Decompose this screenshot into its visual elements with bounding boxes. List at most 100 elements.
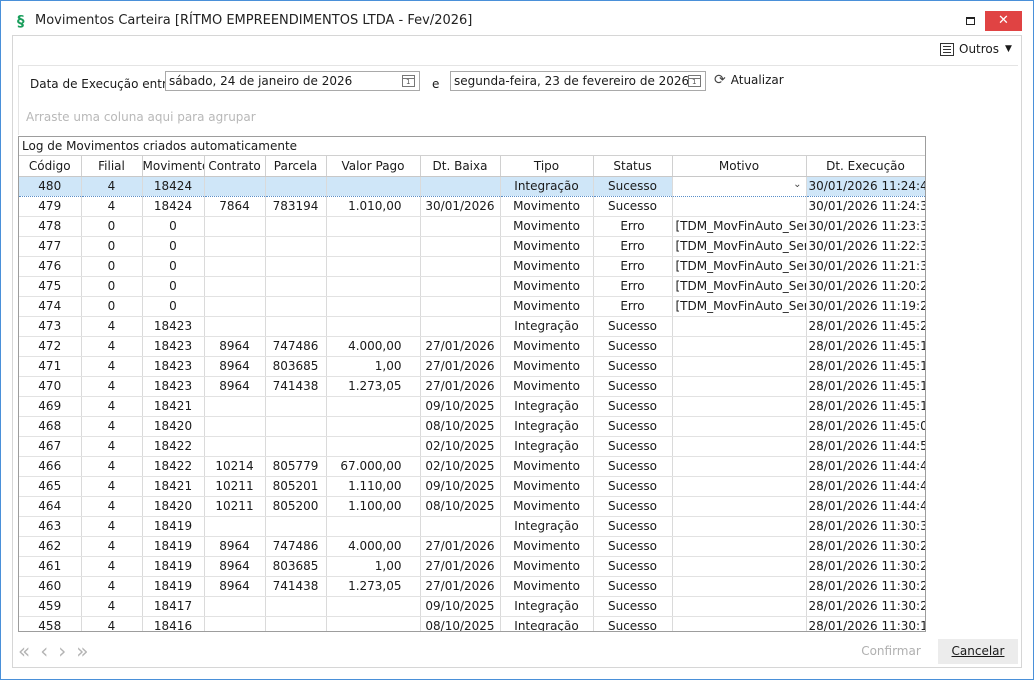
table-row[interactable]: 471 4 18423 8964 803685 1,00 27/01/2026 Movimen… <box>19 356 925 377</box>
cell-parcela: 805779 <box>265 456 327 477</box>
cell-dt-baixa: 27/01/2026 <box>420 556 501 577</box>
cell-valor-pago: 1.100,00 <box>326 496 421 517</box>
table-row[interactable]: 460 4 18419 8964 741438 1.273,05 27/01/2026 Mov… <box>19 576 925 597</box>
table-row[interactable]: 466 4 18422 10214 805779 67.000,00 02/10/2025 M… <box>19 456 925 477</box>
refresh-icon: ⟳ <box>714 72 726 88</box>
outros-menu-button[interactable]: Outros ▼ <box>940 40 1012 58</box>
cell-movimento: 0 <box>142 236 205 257</box>
cell-status: Sucesso <box>593 516 673 537</box>
table-row[interactable]: 468 4 18420 08/10/2025 Integração Sucesso 28/0… <box>19 416 925 437</box>
calendar-icon[interactable] <box>402 75 415 87</box>
start-date-input[interactable]: sábado, 24 de janeiro de 2026 <box>165 71 420 91</box>
maximize-button[interactable] <box>959 11 981 31</box>
table-row[interactable]: 461 4 18419 8964 803685 1,00 27/01/2026 Movimen… <box>19 556 925 577</box>
cell-filial: 4 <box>81 356 143 377</box>
table-row[interactable]: 463 4 18419 Integração Sucesso 28/01/2026 11:… <box>19 516 925 537</box>
cell-dt-execucao: 28/01/2026 11:45:28 <box>806 316 925 337</box>
cell-valor-pago: 4.000,00 <box>326 536 421 557</box>
last-record-icon[interactable]: » <box>76 641 88 661</box>
cell-filial: 0 <box>81 276 143 297</box>
column-header-dt-execucao[interactable]: Dt. Execução <box>806 156 925 177</box>
cell-movimento: 18422 <box>142 456 205 477</box>
refresh-button[interactable]: ⟳ Atualizar <box>714 72 784 88</box>
cell-parcela: 741438 <box>265 376 327 397</box>
column-header-movimento[interactable]: Movimento <box>142 156 205 177</box>
next-record-icon[interactable]: › <box>58 641 66 661</box>
cell-filial: 4 <box>81 496 143 517</box>
cell-filial: 4 <box>81 616 143 631</box>
cell-valor-pago <box>326 316 421 337</box>
calendar-icon[interactable] <box>688 75 701 87</box>
first-record-icon[interactable]: « <box>18 641 30 661</box>
cell-dt-baixa <box>420 316 501 337</box>
end-date-input[interactable]: segunda-feira, 23 de fevereiro de 2026 <box>450 71 706 91</box>
title-bar: § Movimentos Carteira [RÍTMO EMPREENDIME… <box>1 1 1033 39</box>
cell-filial: 4 <box>81 196 143 217</box>
cell-dt-execucao: 28/01/2026 11:44:44 <box>806 456 925 477</box>
table-row[interactable]: 462 4 18419 8964 747486 4.000,00 27/01/2026 Mov… <box>19 536 925 557</box>
cell-tipo: Integração <box>500 516 594 537</box>
cell-codigo: 477 <box>19 236 82 257</box>
column-header-dt-baixa[interactable]: Dt. Baixa <box>420 156 501 177</box>
cell-motivo <box>672 396 807 417</box>
cell-dt-baixa: 27/01/2026 <box>420 356 501 377</box>
confirm-button[interactable]: Confirmar <box>848 640 934 664</box>
cell-filial: 4 <box>81 416 143 437</box>
cell-parcela <box>265 436 327 457</box>
column-header-valor-pago[interactable]: Valor Pago <box>326 156 421 177</box>
table-row[interactable]: 479 4 18424 7864 783194 1.010,00 30/01/2026 Mov… <box>19 196 925 217</box>
column-header-filial[interactable]: Filial <box>81 156 143 177</box>
table-row[interactable]: 467 4 18422 02/10/2025 Integração Sucesso 28/0… <box>19 436 925 457</box>
cell-valor-pago <box>326 596 421 617</box>
column-header-codigo[interactable]: Código <box>19 156 82 177</box>
cell-valor-pago <box>326 296 421 317</box>
table-row[interactable]: 458 4 18416 08/10/2025 Integração Sucesso 28/0… <box>19 616 925 631</box>
cell-status: Sucesso <box>593 316 673 337</box>
cell-dt-execucao: 28/01/2026 11:30:25 <box>806 556 925 577</box>
cancel-button[interactable]: Cancelar <box>938 639 1018 664</box>
cell-codigo: 471 <box>19 356 82 377</box>
cell-filial: 4 <box>81 576 143 597</box>
column-header-parcela[interactable]: Parcela <box>265 156 327 177</box>
table-row[interactable]: 476 0 0 Movimento Erro [TDM_MovFinAuto_Serv 30… <box>19 256 925 277</box>
table-row[interactable]: 473 4 18423 Integração Sucesso 28/01/2026 11:… <box>19 316 925 337</box>
cell-dt-execucao: 28/01/2026 11:45:14 <box>806 396 925 417</box>
chevron-down-icon[interactable]: ⌄ <box>793 179 801 190</box>
table-row[interactable]: 474 0 0 Movimento Erro [TDM_MovFinAuto_Serv 30… <box>19 296 925 317</box>
cell-tipo: Movimento <box>500 536 594 557</box>
column-header-tipo[interactable]: Tipo <box>500 156 594 177</box>
column-header-contrato[interactable]: Contrato <box>204 156 266 177</box>
cell-contrato <box>204 256 266 277</box>
cell-movimento: 18421 <box>142 476 205 497</box>
app-logo-icon: § <box>17 12 25 30</box>
previous-record-icon[interactable]: ‹ <box>40 641 48 661</box>
table-row[interactable]: 478 0 0 Movimento Erro [TDM_MovFinAuto_Serv 30… <box>19 216 925 237</box>
cell-status: Sucesso <box>593 616 673 631</box>
cell-codigo: 465 <box>19 476 82 497</box>
cell-movimento: 0 <box>142 276 205 297</box>
table-row[interactable]: 464 4 18420 10211 805200 1.100,00 08/10/2025 Mo… <box>19 496 925 517</box>
table-row[interactable]: 472 4 18423 8964 747486 4.000,00 27/01/2026 Mov… <box>19 336 925 357</box>
cell-motivo: [TDM_MovFinAuto_Serv <box>672 236 807 257</box>
cell-contrato <box>204 236 266 257</box>
cell-motivo: [TDM_MovFinAuto_Serv <box>672 216 807 237</box>
table-row[interactable]: 480 4 18424 Integração Sucesso ⌄ 30/01/2026 11… <box>19 175 925 197</box>
cell-dt-execucao: 28/01/2026 11:45:14 <box>806 336 925 357</box>
table-row[interactable]: 477 0 0 Movimento Erro [TDM_MovFinAuto_Serv 30… <box>19 236 925 257</box>
column-header-status[interactable]: Status <box>593 156 673 177</box>
cell-movimento: 18423 <box>142 316 205 337</box>
table-row[interactable]: 459 4 18417 09/10/2025 Integração Sucesso 28/0… <box>19 596 925 617</box>
date-separator: e <box>432 77 440 91</box>
cell-valor-pago: 1.110,00 <box>326 476 421 497</box>
cell-status: Erro <box>593 216 673 237</box>
table-row[interactable]: 465 4 18421 10211 805201 1.110,00 09/10/2025 Mo… <box>19 476 925 497</box>
table-row[interactable]: 475 0 0 Movimento Erro [TDM_MovFinAuto_Serv 30… <box>19 276 925 297</box>
cell-movimento: 18424 <box>142 196 205 217</box>
cell-motivo[interactable]: ⌄ <box>672 175 807 197</box>
cell-contrato: 8964 <box>204 556 266 577</box>
table-row[interactable]: 469 4 18421 09/10/2025 Integração Sucesso 28/0… <box>19 396 925 417</box>
close-button[interactable]: ✕ <box>985 11 1022 31</box>
table-row[interactable]: 470 4 18423 8964 741438 1.273,05 27/01/2026 Mov… <box>19 376 925 397</box>
cell-dt-execucao: 30/01/2026 11:22:30 <box>806 236 925 257</box>
column-header-motivo[interactable]: Motivo <box>672 156 807 177</box>
